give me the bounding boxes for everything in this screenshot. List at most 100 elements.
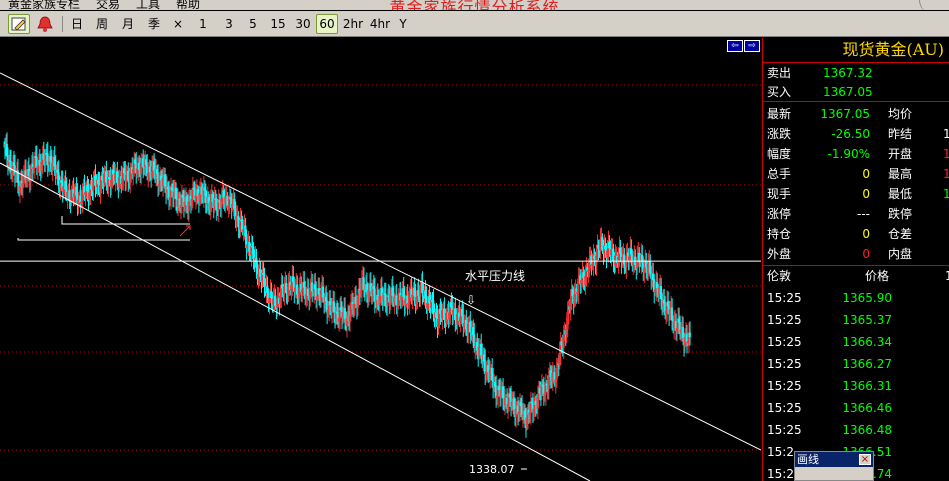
tick-time: 15:25 [767, 379, 802, 393]
stat-value: 0 [862, 167, 870, 181]
candle-body [163, 174, 166, 187]
period-button[interactable]: Y [396, 14, 410, 34]
tick-time: 15:25 [767, 423, 802, 437]
period-button[interactable]: 季 [144, 14, 164, 34]
candle-body [270, 290, 273, 299]
stat-value: 0 [862, 187, 870, 201]
candle-body [354, 296, 357, 304]
candle-body [122, 168, 126, 174]
support-marker-line [17, 238, 190, 241]
stat-value-2: 1 [943, 147, 949, 161]
candle-body [424, 290, 427, 299]
close-period-icon[interactable]: × [170, 14, 186, 34]
period-button[interactable]: 60 [316, 14, 338, 34]
candle-body [651, 273, 655, 280]
candle-body [369, 283, 372, 292]
candle-body [241, 220, 244, 231]
stat-label: 最新 [767, 107, 792, 121]
candle-body [97, 179, 100, 185]
candle-body [53, 156, 56, 167]
candle-body [284, 283, 288, 293]
menu-bar: 黄金家族专栏 交易 工具 帮助 黄金家族行情分析系统 [0, 0, 949, 10]
period-button[interactable]: 3 [222, 14, 236, 34]
candle-body [215, 198, 218, 211]
candle-body [449, 302, 453, 308]
candle-body [439, 308, 442, 314]
stat-row: 总手 0 最高 1 [763, 164, 949, 184]
period-button[interactable]: 15 [268, 14, 288, 34]
candle-body [321, 286, 325, 298]
tick-price: 1366.48 [842, 423, 892, 437]
scroll-right-icon[interactable]: ⇨ [744, 40, 760, 52]
candlestick-chart[interactable]: 水平压力线 ⇩ 1338.07 ⇦ ⇨ [0, 38, 761, 481]
stat-row: 幅度 -1.90% 开盘 1 [763, 144, 949, 164]
stat-label: 涨跌 [767, 127, 792, 141]
candle-body [90, 184, 93, 190]
stat-label-2: 均价 [888, 107, 913, 121]
period-button[interactable]: 日 [68, 14, 86, 34]
candle-body [464, 319, 468, 330]
candle-body [670, 307, 674, 321]
tick-row: 15:25 1366.48 [763, 419, 949, 441]
candle-body [612, 248, 615, 262]
candle-body [493, 381, 497, 387]
candle-body [313, 284, 317, 290]
period-button[interactable]: 30 [293, 14, 313, 34]
candle-body [302, 282, 306, 288]
candle-body [137, 162, 141, 170]
stat-label: 持仓 [767, 227, 792, 241]
candle-body [310, 282, 314, 292]
candle-body [486, 365, 490, 372]
candle-body [512, 398, 515, 410]
period-button[interactable]: 周 [92, 14, 112, 34]
candle-body [226, 195, 229, 207]
toolbar: 日周月季 × 1 3 5 15 30 60 2hr 4hr Y [0, 11, 949, 37]
period-button[interactable]: 2hr [340, 14, 366, 34]
candle-body [332, 301, 335, 313]
instrument-title: 现货黄金(AU) [842, 40, 944, 59]
candle-body [417, 290, 420, 297]
candle-body [57, 171, 60, 186]
candle-body [601, 236, 604, 250]
stat-row: 涨跌 -26.50 昨结 1 [763, 124, 949, 144]
candle-body [475, 341, 479, 351]
candle-body [501, 386, 504, 399]
period-button[interactable]: 5 [246, 14, 260, 34]
candle-body [42, 153, 45, 160]
candle-body [255, 257, 258, 268]
tick-price: 1366.27 [842, 357, 892, 371]
stat-row: 持仓 0 仓差 [763, 224, 949, 244]
candle-body [644, 261, 648, 268]
window-corner [919, 0, 949, 10]
candle-body [144, 159, 148, 165]
candle-body [685, 333, 688, 343]
draw-line-panel[interactable]: 画线 × [794, 451, 874, 481]
candle-body [460, 309, 464, 317]
candle-body [391, 287, 394, 296]
alarm-bell-icon[interactable] [34, 14, 56, 34]
candle-body [79, 195, 82, 203]
stat-label-2: 仓差 [888, 227, 913, 241]
draw-pen-icon[interactable] [8, 14, 30, 34]
period-button[interactable]: 月 [118, 14, 138, 34]
candle-body [497, 386, 501, 391]
stat-label: 外盘 [767, 247, 792, 261]
candle-body [482, 354, 486, 362]
period-button[interactable]: 1 [196, 14, 210, 34]
scroll-left-icon[interactable]: ⇦ [727, 40, 743, 52]
stat-label: 幅度 [767, 147, 792, 161]
candle-body [204, 189, 207, 203]
stat-value: 0 [862, 227, 870, 241]
candle-body [406, 295, 409, 305]
candle-body [317, 288, 321, 295]
stat-row: 最新 1367.05 均价 [763, 104, 949, 124]
close-icon[interactable]: × [859, 454, 871, 465]
candle-body [207, 197, 210, 203]
period-button[interactable]: 4hr [366, 14, 394, 34]
candle-body [196, 189, 199, 196]
candle-body [659, 285, 663, 300]
candle-body [38, 160, 41, 166]
tick-time: 15:2 [767, 445, 794, 459]
tick-row: 15:25 1365.37 [763, 309, 949, 331]
candle-body [75, 186, 78, 196]
